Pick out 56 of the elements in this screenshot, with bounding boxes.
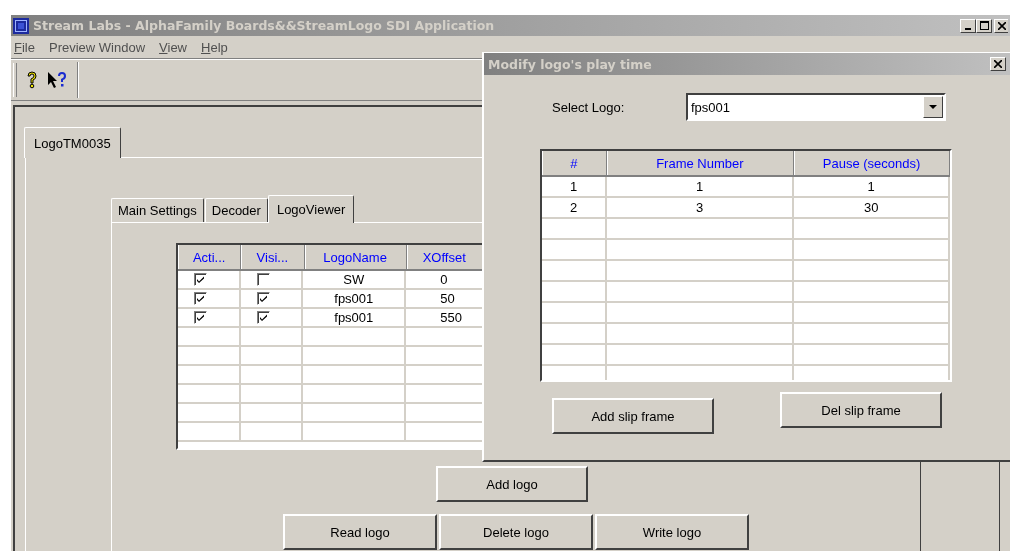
context-help-icon[interactable]	[47, 71, 67, 89]
add-slip-frame-button[interactable]: Add slip frame	[552, 398, 714, 434]
tab[interactable]: Main Settings	[111, 198, 204, 222]
checkbox[interactable]	[194, 273, 207, 286]
field-label: Select Logo:	[552, 99, 626, 115]
dialog-title: Modify logo's play time	[488, 56, 652, 72]
menu-item[interactable]: File	[13, 39, 36, 55]
check-icon	[259, 295, 267, 302]
check-icon	[259, 314, 267, 321]
checkbox[interactable]	[256, 292, 270, 305]
table-cell: 30	[794, 198, 950, 217]
tab[interactable]: LogoTM0035	[24, 127, 121, 158]
close-icon	[994, 60, 1002, 68]
app-icon	[13, 17, 29, 34]
check-icon	[197, 276, 204, 283]
menu-item[interactable]: Preview Window	[47, 39, 147, 55]
checkbox[interactable]	[256, 273, 270, 286]
menu-item[interactable]: Help	[200, 39, 229, 55]
tab[interactable]: LogoViewer	[267, 195, 355, 223]
add-logo-button[interactable]: Add logo	[436, 466, 588, 502]
logo-dropdown[interactable]: fps001	[686, 93, 946, 121]
table-cell: SW	[303, 271, 407, 288]
checkbox[interactable]	[194, 311, 207, 324]
read-logo-button[interactable]: Read logo	[283, 514, 437, 550]
check-icon	[197, 295, 204, 302]
column-header[interactable]: Visi...	[241, 245, 305, 269]
table-cell: fps001	[303, 290, 407, 307]
dropdown-arrow-icon	[929, 105, 937, 109]
table-cell: 3	[607, 198, 795, 217]
checkbox[interactable]	[256, 311, 270, 324]
tab[interactable]: Decoder	[204, 198, 268, 222]
table-cell: 1	[607, 177, 795, 196]
delete-logo-button[interactable]: Delete logo	[439, 514, 593, 550]
minimize-button[interactable]	[960, 18, 976, 33]
table-cell: 2	[542, 198, 608, 217]
close-icon	[997, 21, 1006, 30]
checkbox[interactable]	[194, 292, 207, 305]
column-header[interactable]: #	[542, 151, 607, 175]
check-icon	[197, 314, 204, 321]
menu-item[interactable]: View	[158, 39, 188, 55]
column-header[interactable]: LogoName	[304, 245, 407, 269]
column-header[interactable]: Pause (seconds)	[794, 151, 950, 175]
window-title: Stream Labs - AlphaFamily Boards&&StreamLogo SDI Application	[33, 18, 495, 33]
minimize-icon	[965, 27, 971, 30]
column-header[interactable]: Frame Number	[606, 151, 795, 175]
close-button[interactable]	[990, 57, 1006, 71]
close-button[interactable]	[994, 18, 1008, 33]
maximize-icon	[979, 21, 989, 30]
help-icon[interactable]	[25, 71, 39, 89]
column-header[interactable]: Acti...	[178, 245, 242, 269]
table-cell: 1	[794, 177, 950, 196]
table-cell: fps001	[303, 309, 407, 326]
del-slip-frame-button[interactable]: Del slip frame	[780, 392, 942, 428]
maximize-button[interactable]	[976, 18, 992, 33]
table-cell: 1	[542, 177, 608, 196]
write-logo-button[interactable]: Write logo	[595, 514, 749, 550]
